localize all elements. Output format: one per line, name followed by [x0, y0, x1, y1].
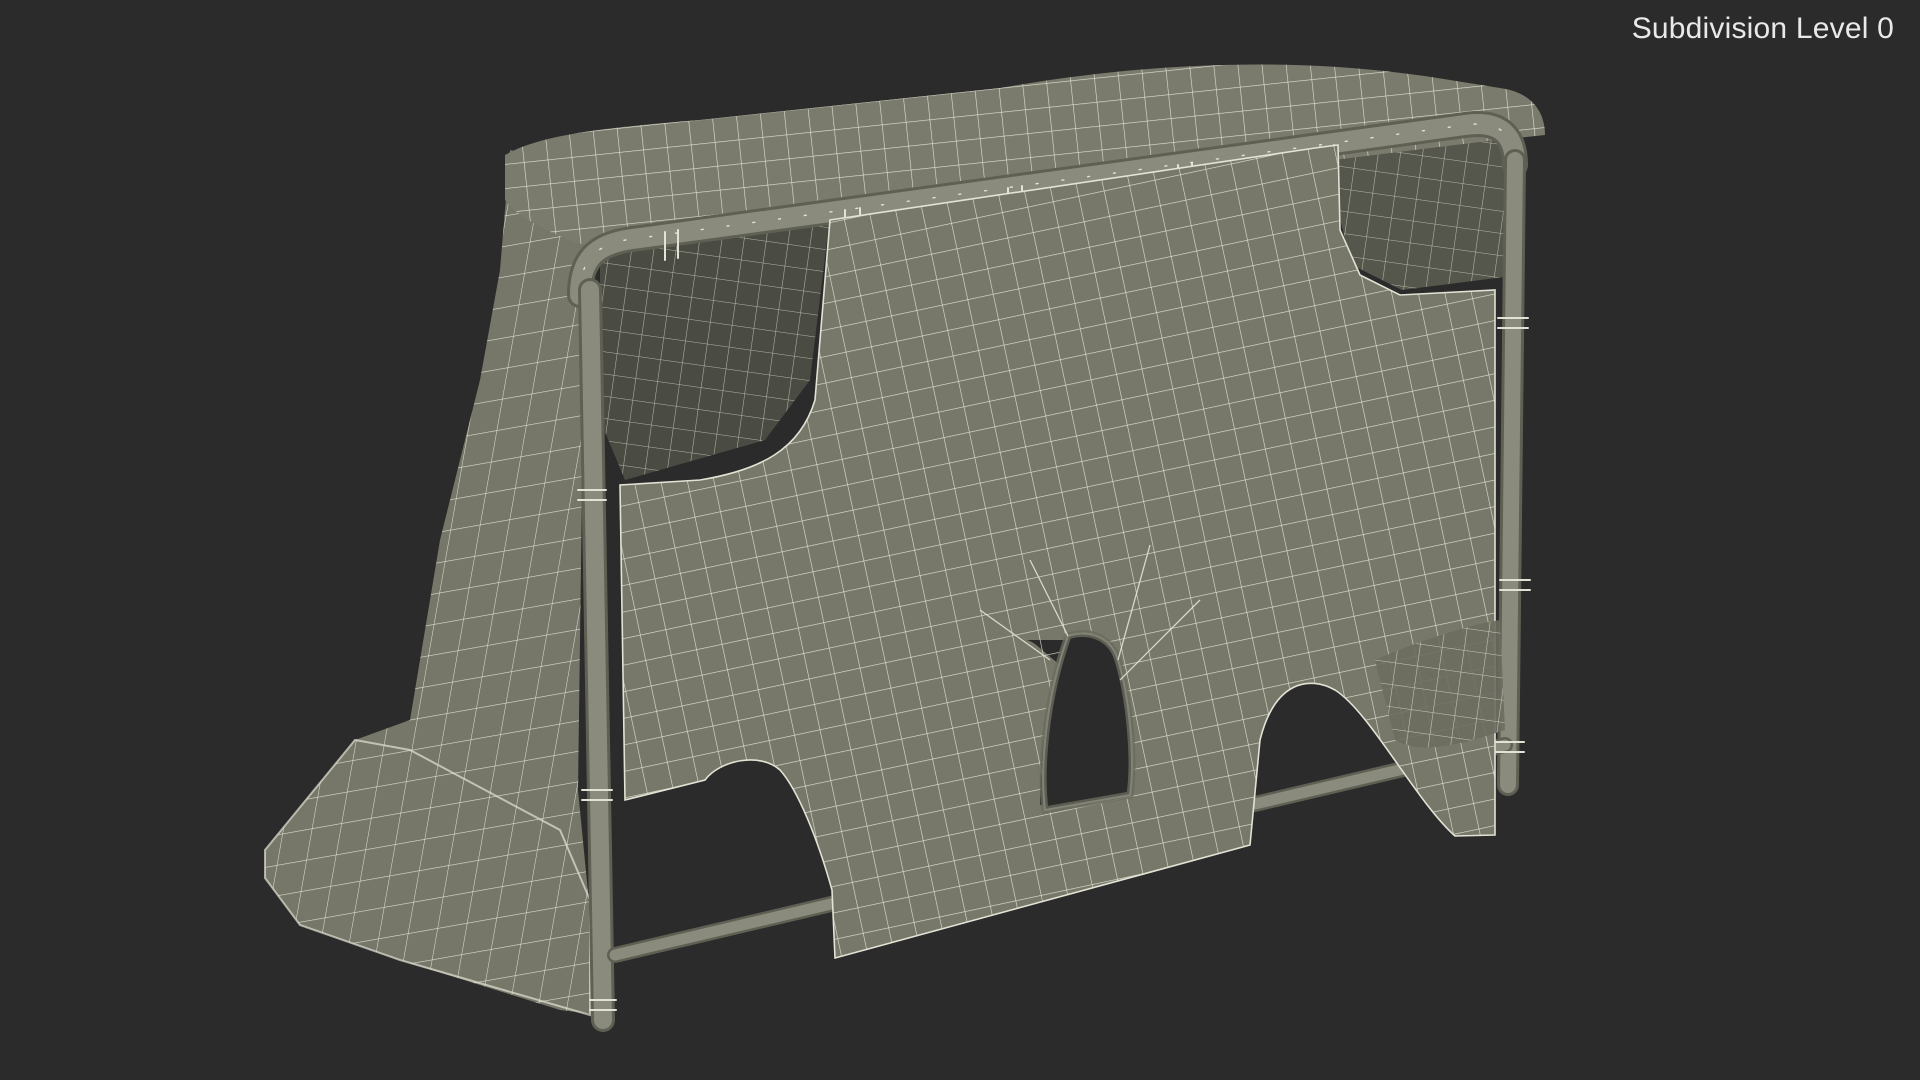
subdivision-level-label: Subdivision Level 0 — [1631, 12, 1894, 45]
render-viewport: Subdivision Level 0 — [0, 0, 1920, 1080]
hockey-goal-model — [264, 64, 1545, 1032]
